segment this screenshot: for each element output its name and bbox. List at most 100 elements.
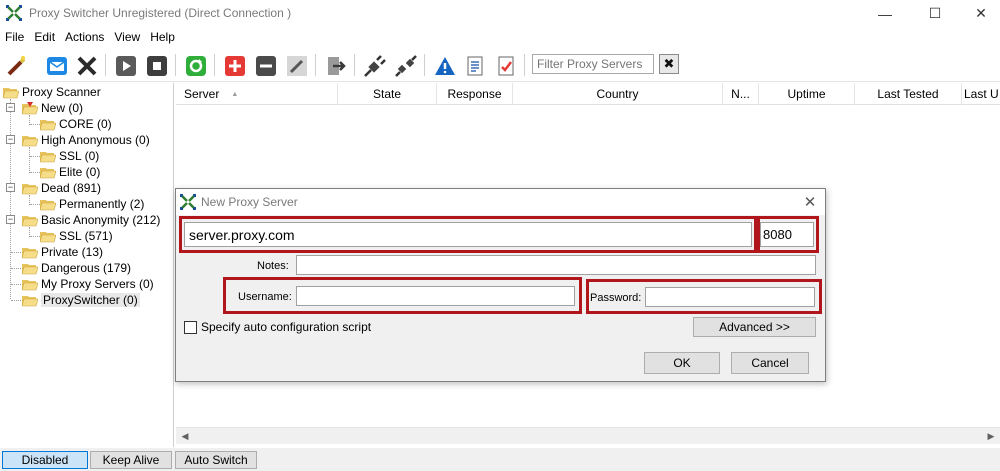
status-bar: Disabled Keep Alive Auto Switch <box>0 448 1000 471</box>
folder-icon <box>22 183 38 194</box>
tree-item-my-proxy-servers[interactable]: My Proxy Servers (0) <box>22 276 154 292</box>
app-logo-icon <box>6 5 22 21</box>
maximize-button[interactable]: ☐ <box>912 0 958 27</box>
edit-pencil-icon[interactable] <box>284 53 309 78</box>
plug-connect-icon[interactable] <box>362 53 387 78</box>
disabled-button[interactable]: Disabled <box>2 451 88 469</box>
column-state[interactable]: State <box>338 83 437 105</box>
add-icon[interactable] <box>222 53 247 78</box>
folder-icon <box>40 119 56 130</box>
folder-icon <box>40 199 56 210</box>
tree-item-new[interactable]: New (0) <box>22 100 83 116</box>
checklist-icon[interactable] <box>493 53 518 78</box>
window-title: Proxy Switcher Unregistered (Direct Conn… <box>29 6 292 20</box>
tree-guide <box>11 252 21 253</box>
menu-view[interactable]: View <box>114 30 140 44</box>
tree-item-dangerous[interactable]: Dangerous (179) <box>22 260 131 276</box>
horizontal-scrollbar[interactable]: ◀ ▶ <box>176 427 1000 444</box>
sort-ascending-icon: ▲ <box>231 90 239 98</box>
menu-edit[interactable]: Edit <box>34 30 55 44</box>
dialog-close-button[interactable]: ✕ <box>800 192 820 212</box>
warning-icon[interactable] <box>432 53 457 78</box>
tree-expander[interactable]: − <box>6 183 15 192</box>
folder-icon <box>22 279 38 290</box>
column-last-u[interactable]: Last U <box>962 83 1000 105</box>
folder-new-icon <box>22 101 38 114</box>
auto-switch-button[interactable]: Auto Switch <box>175 451 257 469</box>
folder-icon <box>40 167 56 178</box>
tree-item-permanently[interactable]: Permanently (2) <box>40 196 144 212</box>
menu-actions[interactable]: Actions <box>65 30 104 44</box>
highlight-box-password <box>586 279 822 314</box>
scroll-left-icon[interactable]: ◀ <box>180 431 190 441</box>
toolbar-separator <box>175 54 176 76</box>
advanced-button[interactable]: Advanced >> <box>693 317 816 337</box>
tree-item-ssl-basic[interactable]: SSL (571) <box>40 228 113 244</box>
toolbar-separator <box>354 54 355 76</box>
close-window-button[interactable]: ✕ <box>958 0 1000 27</box>
column-server[interactable]: Server ▲ <box>176 83 338 105</box>
column-country[interactable]: Country <box>513 83 723 105</box>
tree-item-elite[interactable]: Elite (0) <box>40 164 100 180</box>
highlight-box-port <box>757 216 819 253</box>
tree-item-private[interactable]: Private (13) <box>22 244 103 260</box>
tree-item-proxyswitcher[interactable]: ProxySwitcher (0) <box>22 292 140 308</box>
toolbar-separator <box>315 54 316 76</box>
cancel-button[interactable]: Cancel <box>731 352 809 374</box>
notes-input[interactable] <box>296 255 816 275</box>
tree-guide <box>29 147 30 173</box>
menu-help[interactable]: Help <box>150 30 175 44</box>
minimize-button[interactable]: — <box>862 0 908 27</box>
delete-x-icon[interactable] <box>74 53 99 78</box>
tree-item-basic-anonymity[interactable]: Basic Anonymity (212) <box>22 212 160 228</box>
refresh-icon[interactable] <box>183 53 208 78</box>
tree-expander[interactable]: − <box>6 103 15 112</box>
folder-icon <box>22 215 38 226</box>
filter-clear-button[interactable]: ✖ <box>659 54 679 74</box>
column-uptime[interactable]: Uptime <box>759 83 855 105</box>
tree-item-dead[interactable]: Dead (891) <box>22 180 101 196</box>
document-list-icon[interactable] <box>462 53 487 78</box>
tree-guide <box>30 124 40 125</box>
export-arrow-icon[interactable] <box>323 53 348 78</box>
grid-header: Server ▲ State Response Country N... Upt… <box>176 83 1000 105</box>
menu-file[interactable]: File <box>5 30 24 44</box>
ok-button[interactable]: OK <box>644 352 720 374</box>
folder-icon <box>40 231 56 242</box>
column-response[interactable]: Response <box>437 83 513 105</box>
mail-download-icon[interactable] <box>44 53 69 78</box>
tree-guide <box>30 204 40 205</box>
tree-guide <box>11 300 21 301</box>
proxy-category-tree: Proxy Scanner − New (0) CORE (0) − High … <box>0 83 174 447</box>
tree-guide <box>10 99 11 299</box>
wizard-icon[interactable] <box>4 53 29 78</box>
play-icon[interactable] <box>113 53 138 78</box>
title-bar: Proxy Switcher Unregistered (Direct Conn… <box>0 0 1000 27</box>
toolbar-separator <box>524 54 525 76</box>
dialog-title: New Proxy Server <box>201 195 298 209</box>
folder-icon <box>22 295 38 306</box>
tree-item-high-anonymous[interactable]: High Anonymous (0) <box>22 132 150 148</box>
tree-expander[interactable]: − <box>6 215 15 224</box>
highlight-box-username <box>223 277 582 314</box>
tree-expander[interactable]: − <box>6 135 15 144</box>
clear-icon: ✖ <box>663 56 675 71</box>
tree-guide <box>11 268 21 269</box>
filter-proxy-input[interactable] <box>532 54 654 74</box>
tree-item-proxy-scanner[interactable]: Proxy Scanner <box>3 84 101 100</box>
keep-alive-button[interactable]: Keep Alive <box>90 451 172 469</box>
stop-icon[interactable] <box>144 53 169 78</box>
scroll-right-icon[interactable]: ▶ <box>986 431 996 441</box>
folder-open-icon <box>3 87 19 98</box>
highlight-box-server <box>179 216 757 253</box>
auto-config-checkbox[interactable] <box>184 321 197 334</box>
plug-disconnect-icon[interactable] <box>393 53 418 78</box>
menu-bar: File Edit Actions View Help <box>0 27 1000 47</box>
column-n[interactable]: N... <box>723 83 759 105</box>
remove-icon[interactable] <box>253 53 278 78</box>
tree-guide <box>11 284 21 285</box>
tree-item-core[interactable]: CORE (0) <box>40 116 112 132</box>
column-last-tested[interactable]: Last Tested <box>855 83 962 105</box>
app-logo-icon <box>180 194 196 210</box>
tree-item-ssl[interactable]: SSL (0) <box>40 148 99 164</box>
